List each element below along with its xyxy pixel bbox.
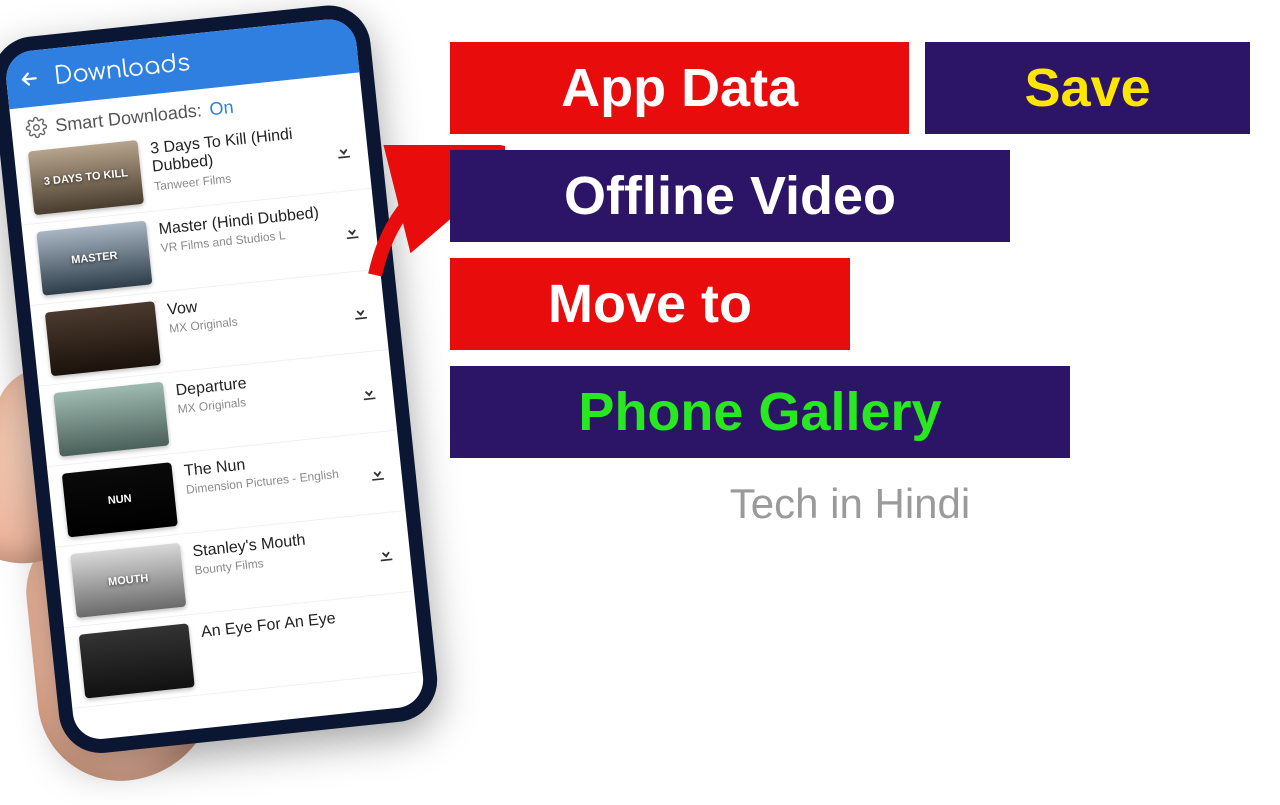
download-icon[interactable] (375, 542, 397, 564)
download-icon[interactable] (366, 462, 388, 484)
phone-screen: Downloads Smart Downloads: On 3 DAYS TO … (4, 17, 426, 742)
phone-frame: Downloads Smart Downloads: On 3 DAYS TO … (0, 1, 441, 757)
download-icon[interactable] (333, 140, 355, 162)
back-arrow-icon[interactable] (17, 67, 41, 91)
banner-stack: App Data Save Offline Video Move to Phon… (450, 42, 1250, 528)
download-icon[interactable] (358, 381, 380, 403)
banner-save: Save (925, 42, 1250, 134)
settings-gear-icon (24, 115, 48, 139)
banner-offline-video: Offline Video (450, 150, 1010, 242)
download-icon[interactable] (349, 301, 371, 323)
video-thumbnail: MOUTH (70, 543, 186, 618)
video-thumbnail (53, 382, 169, 457)
banner-app-data: App Data (450, 42, 909, 134)
video-thumbnail: 3 DAYS TO KILL (28, 140, 144, 215)
smart-downloads-value: On (208, 96, 234, 119)
banner-move-to: Move to (450, 258, 850, 350)
video-thumbnail (79, 623, 195, 698)
video-thumbnail: MASTER (36, 221, 152, 296)
banner-phone-gallery: Phone Gallery (450, 366, 1070, 458)
appbar-title: Downloads (53, 49, 192, 90)
video-thumbnail (45, 301, 161, 376)
video-thumbnail: NUN (62, 462, 178, 537)
channel-subtitle: Tech in Hindi (450, 480, 1250, 528)
